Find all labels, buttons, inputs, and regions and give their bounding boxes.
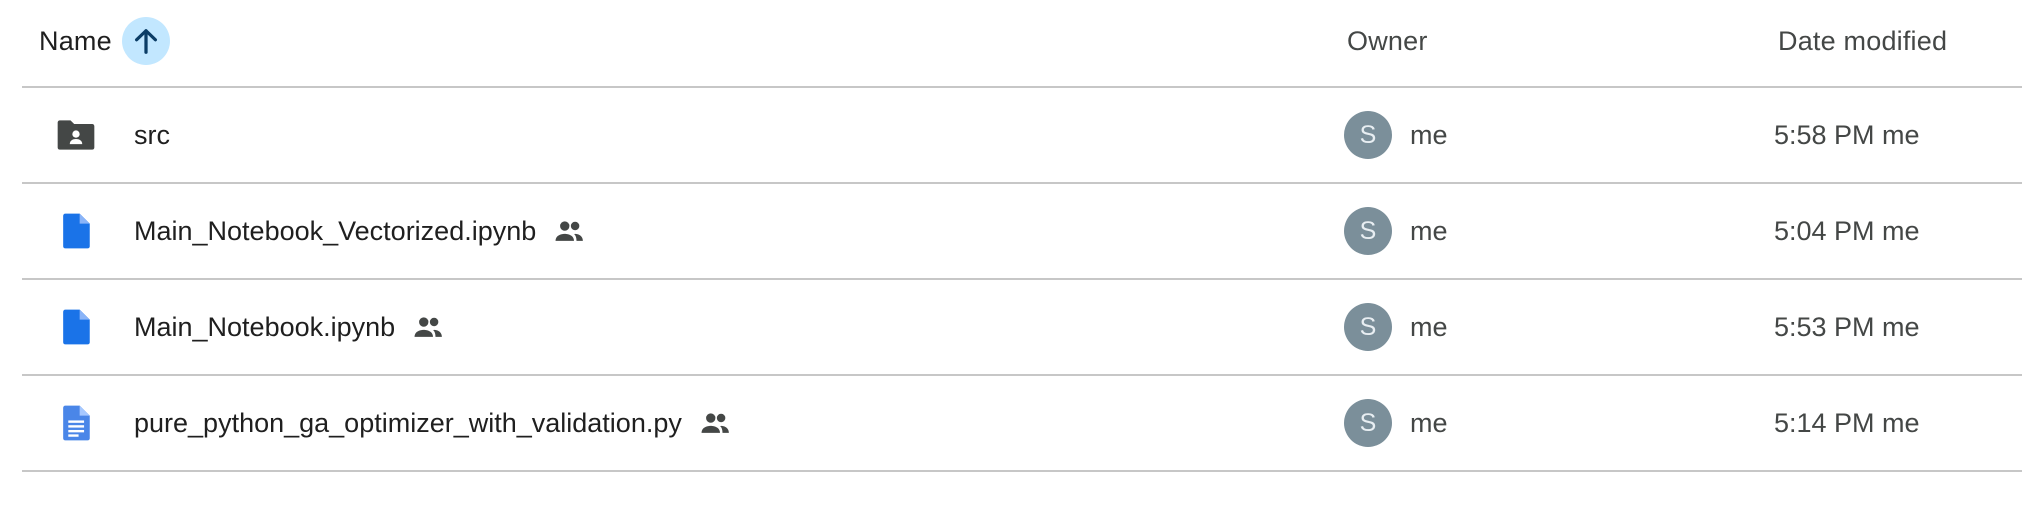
owner-header-label[interactable]: Owner <box>1347 26 1428 57</box>
name-header-label[interactable]: Name <box>39 26 112 57</box>
file-icon <box>54 305 98 349</box>
owner-cell: S me <box>1344 280 1448 374</box>
owner-name: me <box>1410 215 1448 246</box>
file-icon <box>54 209 98 253</box>
file-name[interactable]: pure_python_ga_optimizer_with_validation… <box>134 408 682 439</box>
shared-people-icon <box>698 406 732 440</box>
owner-avatar: S <box>1344 303 1392 351</box>
owner-column-header[interactable]: Owner <box>1347 18 1428 64</box>
file-name-cell: src <box>134 88 170 182</box>
owner-cell: S me <box>1344 376 1448 470</box>
file-name-cell: Main_Notebook_Vectorized.ipynb <box>134 184 586 278</box>
file-row-pure-python-ga-optimizer[interactable]: pure_python_ga_optimizer_with_validation… <box>22 376 2022 472</box>
owner-name: me <box>1410 119 1448 150</box>
owner-avatar: S <box>1344 207 1392 255</box>
date-modified-cell: 5:04 PM me <box>1774 215 1920 246</box>
file-list: Name Owner Date modified src S me 5:58 P… <box>22 0 2022 472</box>
owner-name: me <box>1410 407 1448 438</box>
text-document-icon <box>54 401 98 445</box>
file-name-cell: Main_Notebook.ipynb <box>134 280 445 374</box>
owner-cell: S me <box>1344 184 1448 278</box>
owner-avatar: S <box>1344 399 1392 447</box>
shared-people-icon <box>411 310 445 344</box>
shared-folder-icon <box>54 113 98 157</box>
name-column-header[interactable]: Name <box>39 17 170 65</box>
owner-name: me <box>1410 311 1448 342</box>
date-modified-cell: 5:14 PM me <box>1774 407 1920 438</box>
file-name[interactable]: src <box>134 120 170 151</box>
sort-direction-button[interactable] <box>121 17 170 65</box>
arrow-up-icon <box>134 29 157 54</box>
file-row-main-notebook-vectorized[interactable]: Main_Notebook_Vectorized.ipynb S me 5:04… <box>22 184 2022 280</box>
shared-people-icon <box>552 214 586 248</box>
file-row-src[interactable]: src S me 5:58 PM me <box>22 88 2022 184</box>
file-name[interactable]: Main_Notebook_Vectorized.ipynb <box>134 216 536 247</box>
date-modified-cell: 5:58 PM me <box>1774 119 1920 150</box>
owner-cell: S me <box>1344 88 1448 182</box>
column-header-row: Name Owner Date modified <box>22 0 2022 88</box>
date-modified-header-label[interactable]: Date modified <box>1778 26 1947 57</box>
owner-avatar: S <box>1344 111 1392 159</box>
file-name[interactable]: Main_Notebook.ipynb <box>134 312 395 343</box>
file-name-cell: pure_python_ga_optimizer_with_validation… <box>134 376 732 470</box>
date-modified-column-header[interactable]: Date modified <box>1778 18 1947 64</box>
date-modified-cell: 5:53 PM me <box>1774 311 1920 342</box>
file-row-main-notebook[interactable]: Main_Notebook.ipynb S me 5:53 PM me <box>22 280 2022 376</box>
